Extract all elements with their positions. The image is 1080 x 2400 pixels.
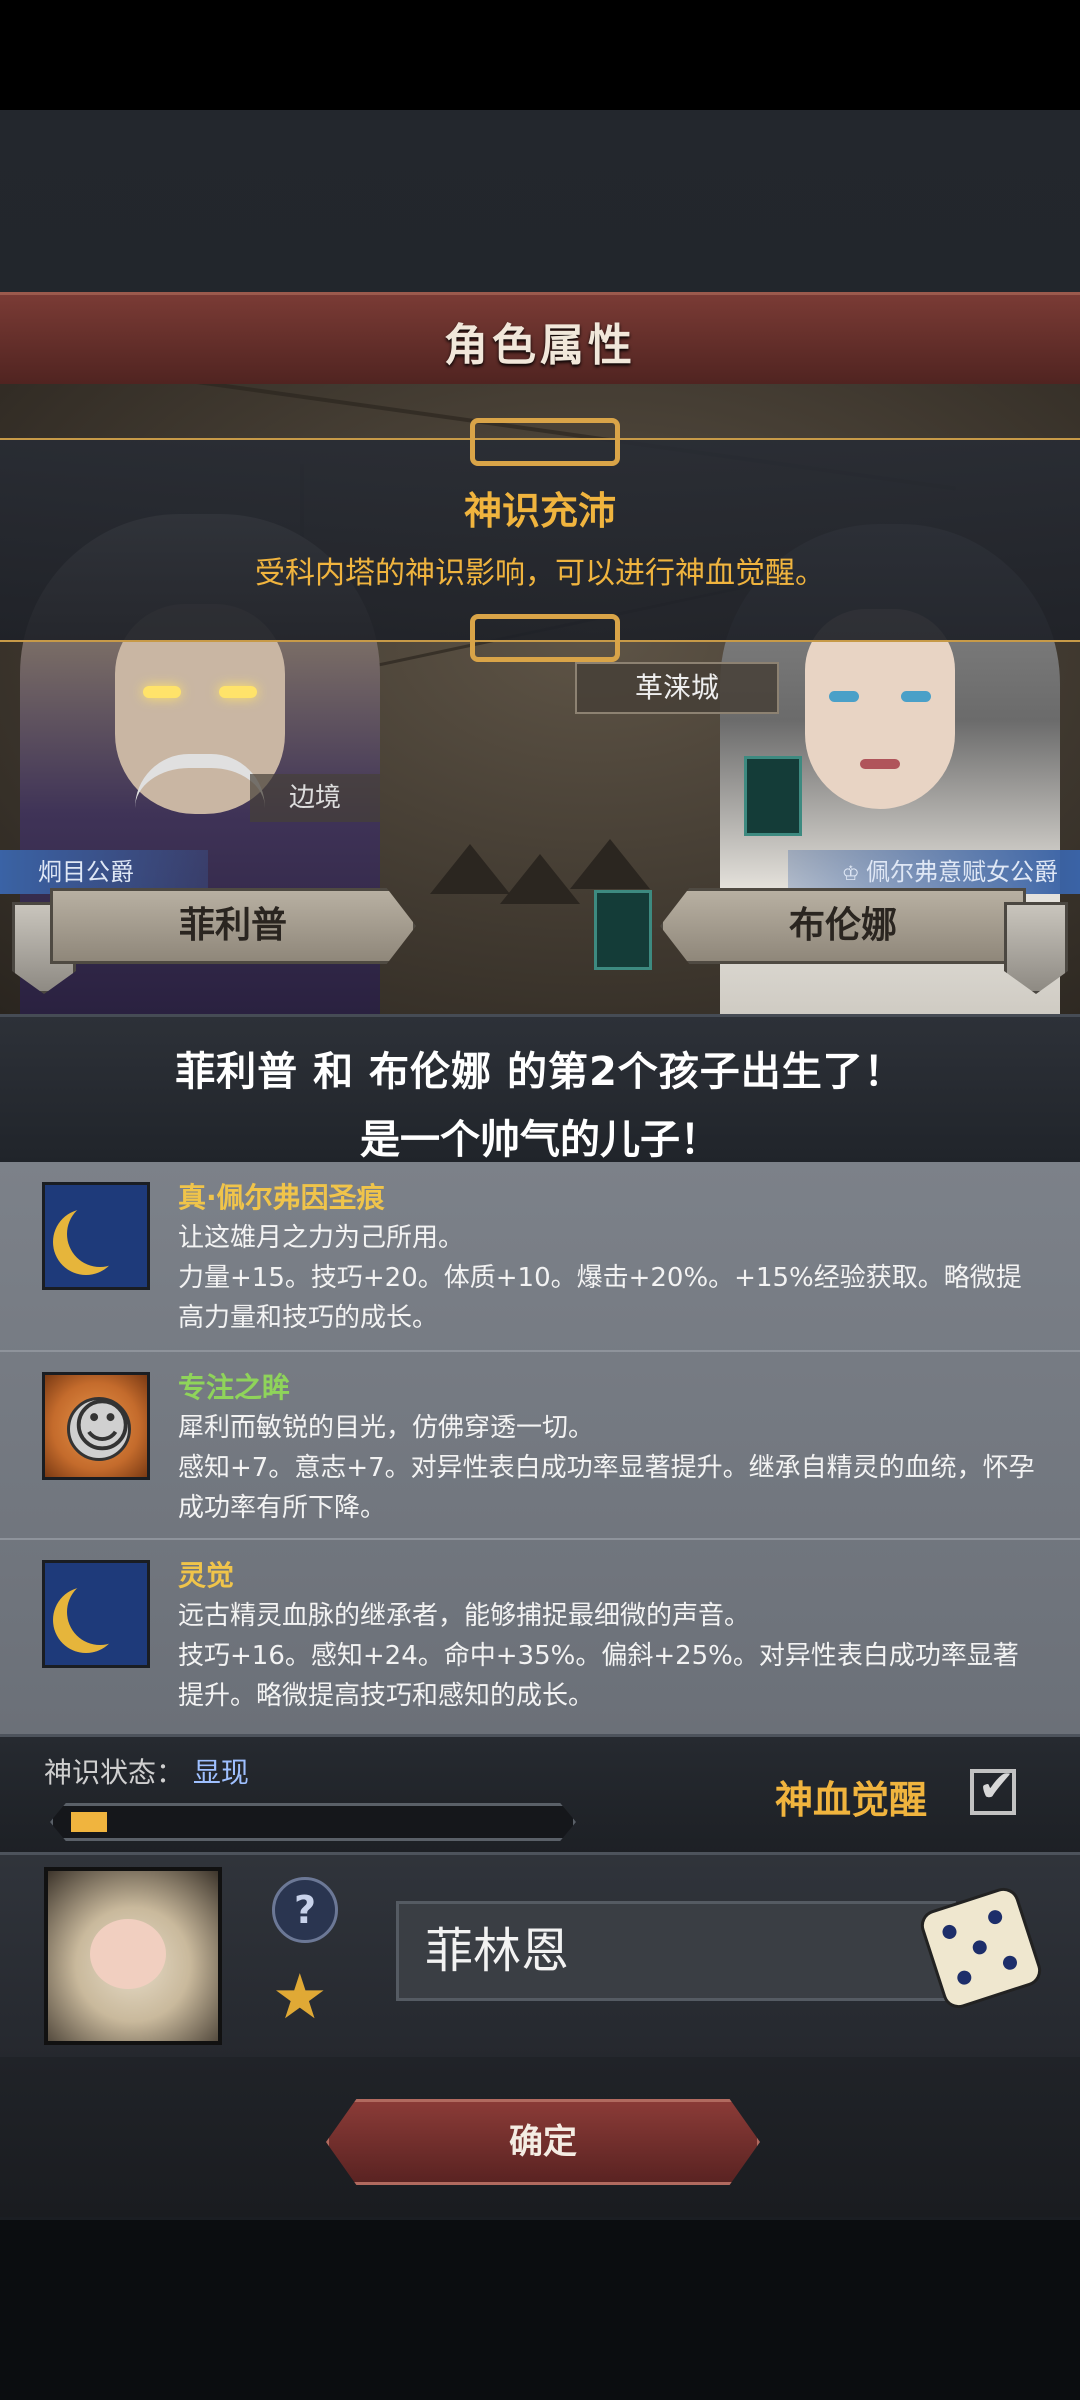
faction-flag-icon [744, 756, 802, 836]
trait-description: 远古精灵血脉的继承者，能够捕捉最细微的声音。 技巧+16。感知+24。命中+35… [178, 1601, 1019, 1711]
birth-message-line2: 是一个帅气的儿子！ [360, 1117, 720, 1163]
birth-message-line1: 菲利普 和 布伦娜 的第2个孩子出生了！ [175, 1049, 905, 1095]
birth-message: 菲利普 和 布伦娜 的第2个孩子出生了！ 是一个帅气的儿子！ [0, 1014, 1080, 1168]
crescent-moon-icon [42, 1560, 150, 1668]
banner-title: 神识充沛 [463, 489, 616, 533]
page-title: 角色属性 [444, 320, 636, 371]
title-bar: 角色属性 [0, 292, 1080, 390]
help-icon[interactable]: ? [272, 1877, 338, 1943]
crown-icon: ♔ [841, 861, 866, 885]
star-icon[interactable]: ★ [272, 1966, 328, 2028]
divine-sense-status: 神识状态： 显现 神血觉醒 [0, 1734, 1080, 1855]
faction-flag-icon [594, 890, 652, 970]
crescent-moon-icon [42, 1182, 150, 1290]
awaken-checkbox[interactable] [970, 1761, 1016, 1815]
trait-item[interactable]: 灵觉 远古精灵血脉的继承者，能够捕捉最细微的声音。 技巧+16。感知+24。命中… [0, 1538, 1080, 1726]
banner-description: 受科内塔的神识影响，可以进行神血觉醒。 [255, 556, 825, 591]
trait-description: 犀利而敏锐的目光，仿佛穿透一切。 感知+7。意志+7。对异性表白成功率显著提升。… [178, 1413, 1035, 1523]
awakening-banner: 神识充沛 受科内塔的神识影响，可以进行神血觉醒。 [0, 418, 1080, 662]
parents-portrait-scene: 革涞城 边境 神识充沛 受科内塔的神识影响，可以进行神血觉醒。 炯目公爵 ♔ 佩… [0, 384, 1080, 1014]
child-avatar [44, 1867, 222, 2045]
trait-name: 真·佩尔弗因圣痕 [178, 1181, 385, 1214]
trait-item[interactable]: 专注之眸 犀利而敏锐的目光，仿佛穿透一切。 感知+7。意志+7。对异性表白成功率… [0, 1350, 1080, 1538]
mother-title: ♔ 佩尔弗意赋女公爵 [788, 850, 1080, 894]
trait-item[interactable]: 真·佩尔弗因圣痕 让这雄月之力为己所用。 力量+15。技巧+20。体质+10。爆… [0, 1162, 1080, 1348]
status-value: 显现 [192, 1756, 249, 1789]
trait-description: 让这雄月之力为己所用。 力量+15。技巧+20。体质+10。爆击+20%。+15… [178, 1223, 1022, 1333]
ornament-icon [470, 418, 620, 466]
trait-name: 专注之眸 [178, 1371, 291, 1404]
divine-sense-progress-bar [50, 1803, 576, 1841]
father-title: 炯目公爵 [0, 850, 208, 894]
footer: 确定 [0, 2057, 1080, 2217]
father-nameplate: 菲利普 [50, 888, 416, 964]
child-name-input[interactable]: 菲林恩 [396, 1901, 956, 2001]
mother-nameplate: 布伦娜 [660, 888, 1026, 964]
ornament-icon [470, 614, 620, 662]
status-bar-area [0, 0, 1080, 110]
trait-name: 灵觉 [178, 1559, 235, 1592]
map-region-label: 边境 [250, 774, 380, 822]
child-naming-row: ? ★ 菲林恩 [0, 1852, 1080, 2063]
bloodline-awaken-label: 神血觉醒 [775, 1778, 928, 1822]
map-city-label: 革涞城 [575, 662, 779, 714]
trait-list: 真·佩尔弗因圣痕 让这雄月之力为己所用。 力量+15。技巧+20。体质+10。爆… [0, 1162, 1080, 1734]
confirm-button[interactable]: 确定 [326, 2099, 760, 2185]
smiley-face-icon [42, 1372, 150, 1480]
status-label: 神识状态： 显现 [44, 1756, 249, 1789]
